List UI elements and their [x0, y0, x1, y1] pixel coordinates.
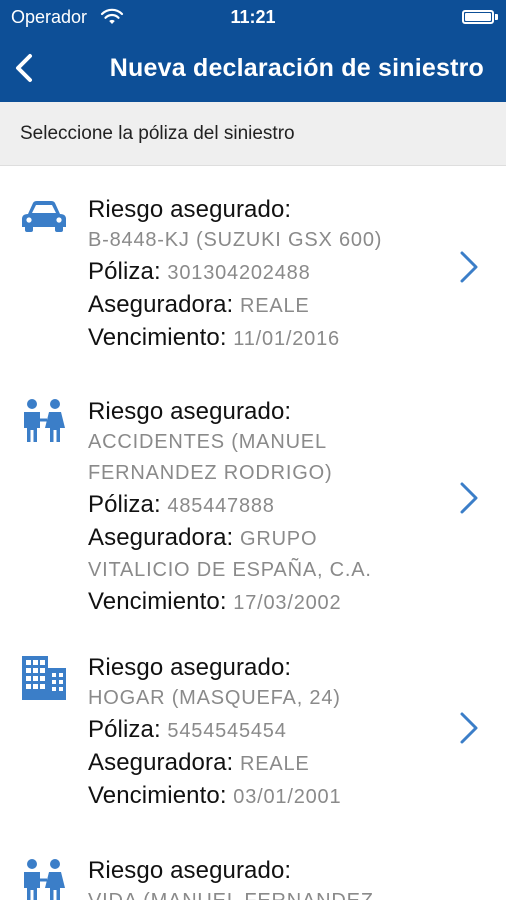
- riesgo-value-continued: FERNANDEZ RODRIGO): [88, 462, 333, 484]
- vencimiento-value: 11/01/2016: [233, 328, 340, 350]
- aseguradora-value: GRUPO: [239, 528, 318, 550]
- navigation-bar: Nueva declaración de siniestro: [0, 34, 506, 102]
- car-icon: [22, 201, 66, 232]
- riesgo-label: Riesgo asegurado:: [88, 398, 292, 425]
- poliza-label: Póliza:: [88, 491, 161, 518]
- aseguradora-value: REALE: [239, 295, 310, 317]
- policy-details: Riesgo asegurado: HOGAR (MASQUEFA, 24) P…: [88, 652, 418, 813]
- aseguradora-value: REALE: [239, 753, 310, 775]
- poliza-value: 5454545454: [167, 720, 287, 742]
- policy-details: Riesgo asegurado: ACCIDENTES (MANUEL FER…: [88, 396, 418, 619]
- chevron-right-icon: [460, 712, 478, 744]
- chevron-left-icon: [16, 54, 32, 82]
- aseguradora-label: Aseguradora:: [88, 291, 234, 318]
- poliza-label: Póliza:: [88, 716, 161, 743]
- riesgo-value: VIDA (MANUEL FERNANDEZ: [88, 886, 418, 900]
- back-button[interactable]: [8, 48, 48, 88]
- riesgo-label: Riesgo asegurado:: [88, 196, 292, 223]
- building-icon: [22, 656, 66, 700]
- aseguradora-value-continued: VITALICIO DE ESPAÑA, C.A.: [88, 559, 372, 581]
- policy-list-item[interactable]: Riesgo asegurado: VIDA (MANUEL FERNANDEZ: [0, 846, 506, 900]
- people-icon: [24, 399, 65, 442]
- page-title: Nueva declaración de siniestro: [109, 54, 484, 82]
- vencimiento-value: 03/01/2001: [233, 786, 342, 808]
- section-header-text: Seleccione la póliza del siniestro: [20, 123, 295, 144]
- riesgo-value: B-8448-KJ (SUZUKI GSX 600): [88, 229, 383, 251]
- battery-icon: [462, 10, 494, 24]
- vencimiento-label: Vencimiento:: [88, 588, 227, 615]
- policy-details: Riesgo asegurado: VIDA (MANUEL FERNANDEZ: [88, 855, 418, 900]
- riesgo-value: ACCIDENTES (MANUEL: [88, 431, 327, 453]
- policy-list-item[interactable]: Riesgo asegurado: ACCIDENTES (MANUEL FER…: [0, 380, 506, 636]
- chevron-right-icon: [460, 251, 478, 283]
- vencimiento-label: Vencimiento:: [88, 782, 227, 809]
- aseguradora-label: Aseguradora:: [88, 524, 234, 551]
- section-header: Seleccione la póliza del siniestro: [0, 102, 506, 166]
- poliza-value: 301304202488: [167, 262, 311, 284]
- poliza-value: 485447888: [167, 495, 275, 517]
- riesgo-label: Riesgo asegurado:: [88, 654, 292, 681]
- chevron-right-icon: [460, 482, 478, 514]
- status-bar: Operador 11:21: [0, 0, 506, 34]
- status-time: 11:21: [230, 7, 276, 27]
- policy-list-item[interactable]: Riesgo asegurado: HOGAR (MASQUEFA, 24) P…: [0, 636, 506, 846]
- policy-list-item[interactable]: Riesgo asegurado: B-8448-KJ (SUZUKI GSX …: [0, 166, 506, 380]
- people-icon: [24, 859, 65, 900]
- policy-details: Riesgo asegurado: B-8448-KJ (SUZUKI GSX …: [88, 194, 418, 355]
- vencimiento-label: Vencimiento:: [88, 324, 227, 351]
- riesgo-value: HOGAR (MASQUEFA, 24): [88, 687, 341, 709]
- riesgo-label: Riesgo asegurado:: [88, 857, 292, 884]
- vencimiento-value: 17/03/2002: [233, 592, 342, 614]
- aseguradora-label: Aseguradora:: [88, 749, 234, 776]
- poliza-label: Póliza:: [88, 258, 161, 285]
- battery-tip: [495, 14, 498, 20]
